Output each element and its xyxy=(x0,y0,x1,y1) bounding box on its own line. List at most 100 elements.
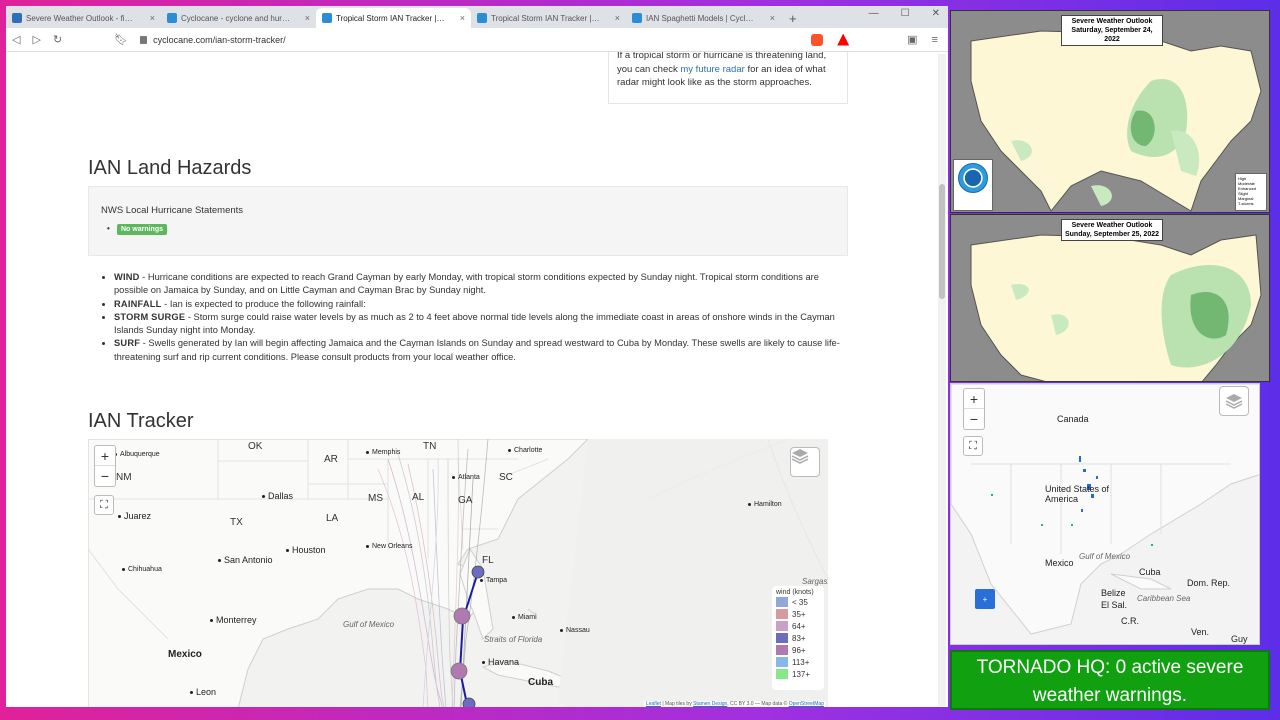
tornado-hq-banner: TORNADO HQ: 0 active severe weather warn… xyxy=(950,650,1270,710)
zoom-control: + − xyxy=(94,445,116,487)
new-tab-button[interactable]: + xyxy=(781,8,805,28)
city-label: Houston xyxy=(286,545,326,555)
country-label: Guy xyxy=(1231,634,1248,644)
tab-4[interactable]: IAN Spaghetti Models | Cyclocane × xyxy=(626,8,781,28)
tab-title: IAN Spaghetti Models | Cyclocane xyxy=(646,13,756,23)
country-label: Belize xyxy=(1101,588,1126,598)
tab-0[interactable]: Severe Weather Outlook - find out a × xyxy=(6,8,161,28)
radar-text: If a tropical storm or hurricane is thre… xyxy=(617,52,827,61)
close-window-icon[interactable]: ✕ xyxy=(932,8,940,19)
tab-1[interactable]: Cyclocane - cyclone and hurricane tr × xyxy=(161,8,316,28)
mini-zoom-control: + − xyxy=(963,388,985,430)
close-icon[interactable]: × xyxy=(150,13,155,23)
country-label: C.R. xyxy=(1121,616,1139,626)
reload-icon[interactable]: ↻ xyxy=(53,33,62,46)
favicon-icon xyxy=(322,13,332,23)
wind-legend: wind (knots) < 35 35+ 64+ 83+ 96+ 113+ 1… xyxy=(772,586,824,690)
state-label: SC xyxy=(499,472,513,483)
hazard-text: - Ian is expected to produce the followi… xyxy=(161,298,366,309)
tab-strip: Severe Weather Outlook - find out a × Cyc… xyxy=(6,6,948,28)
nws-statements-box: NWS Local Hurricane Statements No warnin… xyxy=(88,186,848,256)
future-radar-link[interactable]: my future radar xyxy=(680,64,744,75)
minimize-icon[interactable]: — xyxy=(869,8,879,19)
state-label: TX xyxy=(230,517,243,528)
country-label: Cuba xyxy=(1139,567,1161,577)
browser-toolbar: ◁ ▷ ↻ 🔖︎ cyclocane.com/ian-storm-tracker… xyxy=(6,28,948,52)
no-warnings-badge: No warnings xyxy=(107,224,168,235)
page-scrollbar[interactable] xyxy=(938,54,946,706)
outlook-title: Severe Weather Outlook Sunday, September… xyxy=(1061,219,1163,241)
back-icon[interactable]: ◁ xyxy=(12,33,20,46)
layers-icon xyxy=(791,449,809,464)
brave-shield-icon[interactable] xyxy=(811,33,824,46)
close-icon[interactable]: × xyxy=(460,13,465,23)
country-label: Canada xyxy=(1057,414,1089,424)
maximize-icon[interactable]: ☐ xyxy=(901,8,910,19)
tracker-heading: IAN Tracker xyxy=(88,410,194,432)
hazard-item: STORM SURGE - Storm surge could raise wa… xyxy=(114,311,842,338)
storm-tracker-map[interactable]: OK AR TN NM MS AL GA SC TX LA FL Albuque… xyxy=(88,439,828,707)
stamen-link[interactable]: Stamen Design xyxy=(693,701,727,707)
sea-label: Sargasso xyxy=(802,577,828,586)
legend-label: 137+ xyxy=(792,669,811,679)
osm-link[interactable]: OpenStreetMap xyxy=(789,701,824,707)
hazard-text: - Swells generated by Ian will begin aff… xyxy=(114,338,840,362)
menu-icon[interactable]: ≡ xyxy=(932,34,938,46)
tab-2-active[interactable]: Tropical Storm IAN Tracker | Cyc × xyxy=(316,8,471,28)
address-bar[interactable]: cyclocane.com/ian-storm-tracker/ xyxy=(140,35,799,45)
fullscreen-button[interactable]: ⛶ xyxy=(94,495,114,515)
scrollbar-thumb[interactable] xyxy=(939,184,945,299)
url-text: cyclocane.com/ian-storm-tracker/ xyxy=(153,34,286,45)
brave-rewards-icon[interactable] xyxy=(837,33,850,46)
legend-label: < 35 xyxy=(792,597,808,607)
city-label: San Antonio xyxy=(218,555,273,565)
close-icon[interactable]: × xyxy=(615,13,620,23)
zoom-out-button[interactable]: − xyxy=(964,409,984,429)
zoom-out-button[interactable]: − xyxy=(95,466,115,486)
favicon-icon xyxy=(477,13,487,23)
legend-label: 113+ xyxy=(792,657,810,667)
legend-swatch xyxy=(776,669,788,679)
wallet-icon[interactable]: ▣ xyxy=(907,33,917,46)
city-label: Chihuahua xyxy=(122,566,162,573)
hazard-item: SURF - Swells generated by Ian will begi… xyxy=(114,337,842,364)
sea-label: Caribbean Sea xyxy=(1137,594,1191,603)
layers-button[interactable] xyxy=(790,447,820,477)
tab-title: Cyclocane - cyclone and hurricane tr xyxy=(181,13,291,23)
mini-layers-button[interactable] xyxy=(1219,386,1249,416)
state-label: AL xyxy=(412,492,425,503)
country-label: Cuba xyxy=(528,677,553,688)
city-label: Miami xyxy=(512,614,537,621)
legend-label: 64+ xyxy=(792,621,806,631)
forward-icon[interactable]: ▷ xyxy=(32,33,40,46)
warnings-mini-map[interactable]: + − ⛶ + Canada United States of America G… xyxy=(950,383,1260,645)
legend-swatch xyxy=(776,645,788,655)
tab-title: Tropical Storm IAN Tracker | Cyc xyxy=(336,13,446,23)
zoom-in-button[interactable]: + xyxy=(95,446,115,466)
browser-window: Severe Weather Outlook - find out a × Cyc… xyxy=(6,6,948,707)
hazard-label: STORM SURGE xyxy=(114,311,186,322)
bookmark-icon[interactable]: 🔖︎ xyxy=(114,33,128,46)
state-label: FL xyxy=(482,555,494,566)
leaflet-link[interactable]: Leaflet xyxy=(646,701,661,707)
close-icon[interactable]: × xyxy=(305,13,310,23)
country-label: Mexico xyxy=(168,649,202,660)
lock-icon xyxy=(140,35,148,44)
mini-fullscreen-button[interactable]: ⛶ xyxy=(963,436,983,456)
outlook-legend: High Moderate Enhanced Slight Marginal T-stor… xyxy=(1235,173,1267,211)
land-hazards-heading: IAN Land Hazards xyxy=(88,157,252,179)
hazard-item: WIND - Hurricane conditions are expected… xyxy=(114,271,842,298)
city-label: Juarez xyxy=(118,511,151,521)
outlook-title: Severe Weather Outlook Saturday, Septemb… xyxy=(1061,15,1163,46)
location-button[interactable]: + xyxy=(975,589,995,609)
zoom-in-button[interactable]: + xyxy=(964,389,984,409)
sea-label: Gulf of Mexico xyxy=(1079,552,1131,561)
tab-3[interactable]: Tropical Storm IAN Tracker | Cycloca × xyxy=(471,8,626,28)
layers-icon xyxy=(1225,394,1243,409)
hazard-label: SURF xyxy=(114,338,141,349)
city-label: Hamilton xyxy=(748,501,782,508)
noaa-logo xyxy=(953,159,993,211)
city-label: Tampa xyxy=(480,577,507,584)
hazard-text: - Hurricane conditions are expected to r… xyxy=(114,272,819,296)
close-icon[interactable]: × xyxy=(770,13,775,23)
